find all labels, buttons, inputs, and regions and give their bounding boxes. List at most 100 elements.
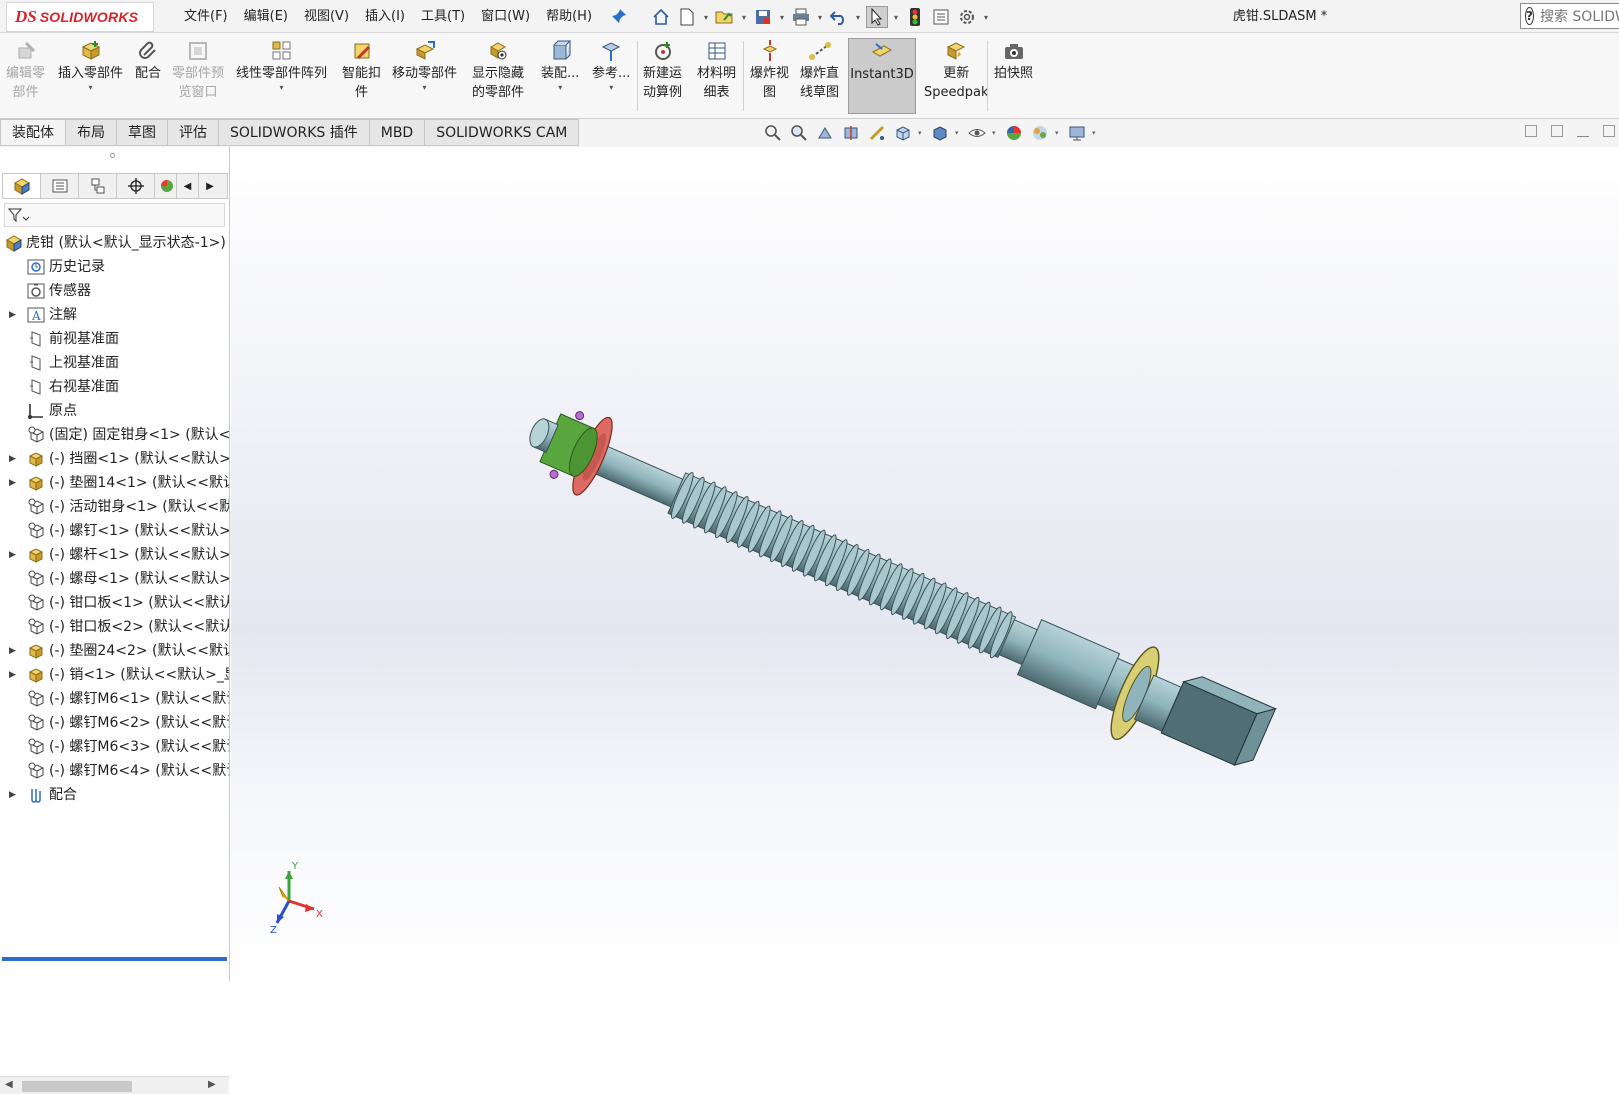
take-snapshot-button[interactable]: 拍快照 (994, 39, 1033, 83)
configuration-manager-tab-icon[interactable] (79, 174, 117, 198)
print-dropdown-chevron-icon[interactable]: ▾ (816, 6, 824, 28)
assembly-features-button[interactable]: 装配... ▾ (541, 39, 579, 93)
undo-icon[interactable] (828, 6, 850, 28)
property-manager-tab-icon[interactable] (41, 174, 79, 198)
search-input[interactable]: 搜索 SOLIDWORKS (1540, 6, 1619, 26)
edit-component-button[interactable]: 编辑零 部件 (6, 39, 45, 102)
hide-show-dropdown-chevron-icon[interactable]: ▾ (992, 129, 999, 137)
tabs-scroll-left-icon[interactable]: ◀ (177, 174, 199, 198)
zoom-to-fit-icon[interactable] (762, 123, 784, 143)
previous-view-icon[interactable] (814, 123, 836, 143)
apply-scene-dropdown-chevron-icon[interactable]: ▾ (1055, 129, 1062, 137)
display-style-dropdown-chevron-icon[interactable]: ▾ (955, 129, 962, 137)
smart-fasteners-button[interactable]: 智能扣 件 (342, 39, 381, 102)
menu-window[interactable]: 窗口(W) (473, 0, 538, 33)
new-motion-study-button[interactable]: 新建运 动算例 (643, 39, 682, 102)
new-document-icon[interactable] (676, 6, 698, 28)
new-dropdown-chevron-icon[interactable]: ▾ (702, 6, 710, 28)
expand-arrow-icon[interactable]: ▶ (9, 663, 16, 687)
undo-dropdown-chevron-icon[interactable]: ▾ (854, 6, 862, 28)
component-preview-button[interactable]: 零部件预 览窗口 (172, 39, 224, 102)
explode-line-sketch-button[interactable]: 爆炸直 线草图 (800, 39, 839, 102)
tree-node[interactable]: ▶ (-) 垫圈14<1> (默认<<默认>_显示状态 1>) (0, 471, 229, 495)
move-component-button[interactable]: 移动零部件 ▾ (392, 39, 457, 93)
tab-sketch[interactable]: 草图 (117, 119, 168, 146)
tree-node[interactable]: (-) 螺钉<1> (默认<<默认>_显示状态 1>) (0, 519, 229, 543)
expand-arrow-icon[interactable]: ▶ (9, 543, 16, 567)
bill-of-materials-button[interactable]: 材料明 细表 (697, 39, 736, 102)
file-properties-icon[interactable] (930, 6, 952, 28)
show-hidden-components-button[interactable]: 显示隐藏 的零部件 (472, 39, 524, 102)
tree-node[interactable]: (-) 螺钉M6<4> (默认<<默认>_显示状态 1>) (0, 759, 229, 783)
tree-node[interactable]: ▶ (-) 挡圈<1> (默认<<默认>_显示状态 1>) (0, 447, 229, 471)
help-question-icon[interactable]: ? (1525, 7, 1534, 25)
tile-right-icon[interactable] (1551, 125, 1563, 137)
tree-node[interactable]: (-) 活动钳身<1> (默认<<默认>_显示状态 1>) (0, 495, 229, 519)
menu-help[interactable]: 帮助(H) (538, 0, 600, 33)
tree-node[interactable]: 右视基准面 (0, 375, 229, 399)
tree-horizontal-scrollbar[interactable]: ◀ ▶ (0, 1076, 229, 1094)
tab-solidworks-cam[interactable]: SOLIDWORKS CAM (425, 119, 580, 146)
tree-node[interactable]: 原点 (0, 399, 229, 423)
rebuild-icon[interactable] (904, 6, 926, 28)
print-icon[interactable] (790, 6, 812, 28)
tree-node[interactable]: ▶ 配合 (0, 783, 229, 807)
select-dropdown-chevron-icon[interactable]: ▾ (892, 6, 900, 28)
scroll-thumb[interactable] (22, 1081, 132, 1092)
view-orientation-icon[interactable] (892, 123, 914, 143)
linear-pattern-button[interactable]: 线性零部件阵列 ▾ (236, 39, 327, 93)
tab-solidworks-addins[interactable]: SOLIDWORKS 插件 (219, 119, 370, 146)
reference-geometry-button[interactable]: 参考... ▾ (592, 39, 630, 93)
tree-node[interactable]: (-) 螺钉M6<2> (默认<<默认>_显示状态 1>) (0, 711, 229, 735)
minimize-icon[interactable] (1577, 125, 1589, 137)
reference-geometry-dropdown-chevron-icon[interactable]: ▾ (609, 83, 613, 93)
options-gear-icon[interactable] (956, 6, 978, 28)
apply-scene-icon[interactable] (1029, 123, 1051, 143)
menu-edit[interactable]: 编辑(E) (236, 0, 296, 33)
insert-components-dropdown-chevron-icon[interactable]: ▾ (89, 83, 93, 93)
tree-node[interactable]: (-) 钳口板<1> (默认<<默认>_显示状态 1>) (0, 591, 229, 615)
tree-filter[interactable] (4, 203, 225, 227)
pin-tail[interactable] (549, 469, 560, 480)
tree-node[interactable]: ▶ (-) 螺杆<1> (默认<<默认>_显示状态 1>) (0, 543, 229, 567)
open-dropdown-chevron-icon[interactable]: ▾ (740, 6, 748, 28)
view-settings-dropdown-chevron-icon[interactable]: ▾ (1092, 129, 1099, 137)
search-box[interactable]: ? 搜索 SOLIDWORKS (1520, 3, 1619, 29)
tree-node[interactable]: (固定) 固定钳身<1> (默认<<默认>_显示状态 1>) (0, 423, 229, 447)
menu-tools[interactable]: 工具(T) (413, 0, 473, 33)
view-settings-icon[interactable] (1066, 123, 1088, 143)
options-dropdown-chevron-icon[interactable]: ▾ (982, 6, 990, 28)
home-icon[interactable] (650, 6, 672, 28)
mate-button[interactable]: 配合 (135, 39, 161, 83)
screw-rod[interactable] (512, 384, 1279, 793)
section-view-icon[interactable] (840, 123, 862, 143)
open-icon[interactable] (714, 6, 736, 28)
tree-node[interactable]: ▶ (-) 销<1> (默认<<默认>_显示状态 1>) (0, 663, 229, 687)
exploded-view-button[interactable]: 爆炸视 图 (750, 39, 789, 102)
zoom-to-area-icon[interactable] (788, 123, 810, 143)
pin-head[interactable] (574, 410, 585, 421)
view-orientation-dropdown-chevron-icon[interactable]: ▾ (918, 129, 925, 137)
tabs-scroll-right-icon[interactable]: ▶ (199, 174, 221, 198)
tree-node[interactable]: 传感器 (0, 279, 229, 303)
assembly-features-dropdown-chevron-icon[interactable]: ▾ (558, 83, 562, 93)
tree-node[interactable]: (-) 螺钉M6<1> (默认<<默认>_显示状态 1>) (0, 687, 229, 711)
display-style-icon[interactable] (929, 123, 951, 143)
select-pointer-icon[interactable] (866, 6, 888, 28)
expand-arrow-icon[interactable]: ▶ (9, 639, 16, 663)
graphics-area[interactable]: Y X Z (231, 147, 1619, 981)
tree-root-assembly[interactable]: 虎钳 (默认<默认_显示状态-1>) (0, 231, 229, 255)
tab-mbd[interactable]: MBD (369, 119, 426, 146)
filter-funnel-icon[interactable] (8, 207, 30, 223)
edit-appearance-icon[interactable] (1003, 123, 1025, 143)
save-icon[interactable] (752, 6, 774, 28)
expand-arrow-icon[interactable]: ▶ (9, 447, 16, 471)
tab-evaluate[interactable]: 评估 (168, 119, 219, 146)
menu-insert[interactable]: 插入(I) (357, 0, 413, 33)
restore-icon[interactable] (1603, 125, 1615, 137)
scroll-left-arrow-icon[interactable]: ◀ (5, 1079, 13, 1090)
tree-node[interactable]: 上视基准面 (0, 351, 229, 375)
rollback-bar[interactable] (2, 957, 227, 961)
feature-manager-tab-icon[interactable] (3, 174, 41, 198)
scroll-right-arrow-icon[interactable]: ▶ (208, 1079, 216, 1090)
